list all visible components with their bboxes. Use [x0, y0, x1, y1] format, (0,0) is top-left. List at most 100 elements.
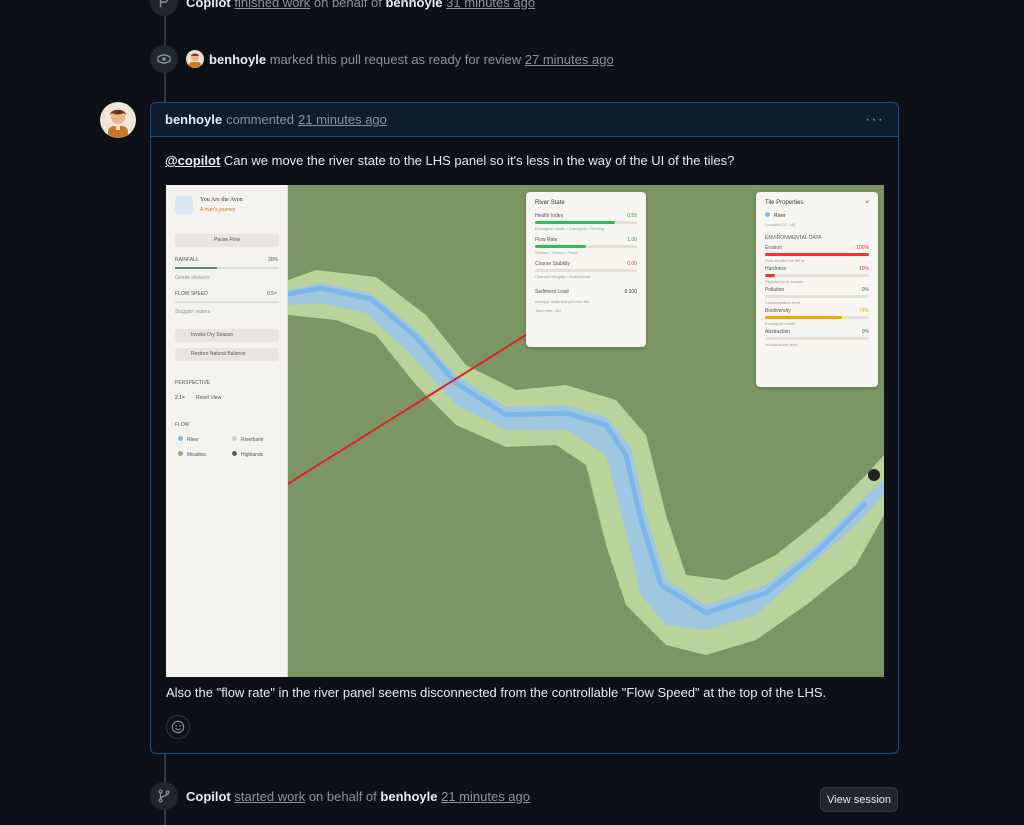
flow-speed-note: Sluggish waters: [175, 309, 211, 315]
env-value: 0%: [861, 287, 869, 293]
avatar[interactable]: [100, 102, 136, 138]
event-user[interactable]: benhoyle: [209, 52, 266, 67]
health-bar-fill: [535, 221, 615, 224]
legend-meadow: Meadow: [178, 451, 206, 458]
health-label: Health Index: [535, 213, 564, 219]
event-actor[interactable]: Copilot: [186, 789, 231, 804]
flow-speed-slider[interactable]: [175, 301, 279, 303]
env-value: 10%: [858, 266, 869, 272]
comment-verb: commented: [226, 112, 294, 127]
comment-text: Can we move the river state to the LHS p…: [223, 153, 735, 168]
env-bar-fill: [765, 316, 842, 319]
embedded-screenshot[interactable]: You Are the Avon A river's journey Pause…: [166, 185, 884, 677]
restore-balance-label: Restore Natural Balance: [191, 351, 246, 357]
env-note: Ecological health: [765, 321, 796, 326]
event-user[interactable]: benhoyle: [385, 0, 442, 10]
flow-rate-value: 1.00: [627, 237, 637, 243]
comment-line-2: Also the "flow rate" in the river panel …: [166, 685, 827, 700]
highlands-swatch-icon: [232, 451, 237, 456]
tile-location: Location (47, 46): [765, 222, 796, 227]
tile-properties-panel: Tile Properties × River Location (47, 46)…: [756, 192, 878, 387]
flow-rate-row: Flow Rate 1.00: [535, 237, 637, 243]
comment-time[interactable]: 21 minutes ago: [298, 112, 387, 127]
legend-label: Riverbank: [241, 437, 264, 443]
env-row: Erosion 100% Flow-eroded the tile is: [765, 245, 869, 263]
add-reaction-button[interactable]: [166, 715, 190, 739]
flow-speed-label: FLOW SPEED: [175, 291, 208, 297]
flow-legend-title: FLOW: [175, 422, 190, 428]
event-time[interactable]: 31 minutes ago: [446, 0, 535, 10]
smiley-icon: [171, 720, 185, 734]
env-note: Contamination level: [765, 300, 801, 305]
env-label: Erosion: [765, 245, 782, 251]
env-value: 74%: [858, 308, 869, 314]
env-label: Abstraction: [765, 329, 791, 335]
comment-line-1: @copilot Can we move the river state to …: [165, 151, 884, 171]
env-bar: [765, 253, 869, 256]
git-branch-icon: [150, 782, 178, 810]
flow-rate-note: Stream • Torrent • Flood: [535, 250, 578, 255]
event-action-link[interactable]: started work: [234, 789, 305, 804]
stability-value: 0.00: [627, 261, 637, 267]
env-data-title: ENVIRONMENTAL DATA: [765, 235, 822, 241]
env-row: Abstraction 0% Infrastructure level: [765, 329, 869, 347]
kebab-menu-icon[interactable]: ···: [865, 111, 884, 129]
eye-icon: [150, 45, 178, 73]
comment-body: @copilot Can we move the river state to …: [151, 137, 898, 185]
dry-season-button[interactable]: Invoke Dry Season: [175, 329, 279, 342]
tile-title-row: Tile Properties ×: [765, 200, 869, 206]
comment-header: benhoyle commented 21 minutes ago ···: [151, 103, 898, 137]
event-text: on behalf of: [313, 0, 382, 10]
event-time[interactable]: 21 minutes ago: [441, 789, 530, 804]
river-swatch-icon: [765, 212, 770, 217]
stability-row: Course Stability 0.00: [535, 261, 637, 267]
sediment-value: 0.100: [624, 289, 637, 295]
env-bar-fill: [765, 253, 869, 256]
health-value: 0.55: [627, 213, 637, 219]
flow-rate-bar: [535, 245, 637, 248]
event-started-work: Copilot started work on behalf of benhoy…: [150, 782, 530, 810]
health-bar: [535, 221, 637, 224]
comment-author[interactable]: benhoyle: [165, 112, 222, 127]
env-bar: [765, 337, 869, 340]
avatar[interactable]: [186, 50, 204, 68]
legend-riverbank: Riverbank: [232, 436, 264, 443]
env-bar: [765, 295, 869, 298]
event-text: on behalf of: [308, 788, 377, 804]
env-label: Hardness: [765, 266, 787, 272]
sediment-label: Sediment Load: [535, 289, 569, 295]
comment-box: benhoyle commented 21 minutes ago ··· @c…: [150, 102, 899, 754]
event-text: marked this pull request as ready for re…: [269, 51, 522, 67]
event-time[interactable]: 27 minutes ago: [525, 52, 614, 67]
app-subtitle: A river's journey: [200, 207, 236, 213]
tile-title: Tile Properties: [765, 200, 804, 206]
env-value: 0%: [861, 329, 869, 335]
stability-label: Course Stability: [535, 261, 571, 267]
event-user[interactable]: benhoyle: [380, 789, 437, 804]
lhs-panel: You Are the Avon A river's journey Pause…: [166, 185, 288, 677]
view-session-button[interactable]: View session: [820, 787, 898, 812]
restore-balance-button[interactable]: Restore Natural Balance: [175, 348, 279, 361]
event-actor[interactable]: Copilot: [186, 0, 231, 10]
env-label: Pollution: [765, 287, 785, 293]
sediment-row: Sediment Load 0.100: [535, 289, 637, 295]
total-river: Total river: 462: [535, 308, 562, 313]
pause-flow-button[interactable]: Pause Flow: [175, 234, 279, 247]
tile-type-row: River: [765, 212, 869, 219]
meadow-swatch-icon: [178, 451, 183, 456]
pause-flow-label: Pause Flow: [213, 237, 241, 243]
env-bar-fill: [765, 274, 776, 277]
rainfall-slider[interactable]: [175, 267, 279, 269]
event-finished-work: Copilot finished work on behalf of benho…: [150, 0, 535, 16]
rainfall-note: Gentle showers: [175, 275, 210, 281]
health-row: Health Index 0.55: [535, 213, 637, 219]
close-icon[interactable]: ×: [865, 200, 869, 206]
reset-view-button[interactable]: Reset View: [196, 395, 221, 401]
mention-link[interactable]: @copilot: [165, 153, 220, 168]
sediment-note: Average sediment per river tile: [535, 299, 590, 304]
app-logo-icon: [175, 196, 193, 214]
event-action-link[interactable]: finished work: [234, 0, 310, 10]
event-ready-for-review: benhoyle marked this pull request as rea…: [150, 45, 614, 73]
env-row: Hardness 10% Resistance to erosion: [765, 266, 869, 284]
river-state-title: River State: [535, 200, 565, 206]
